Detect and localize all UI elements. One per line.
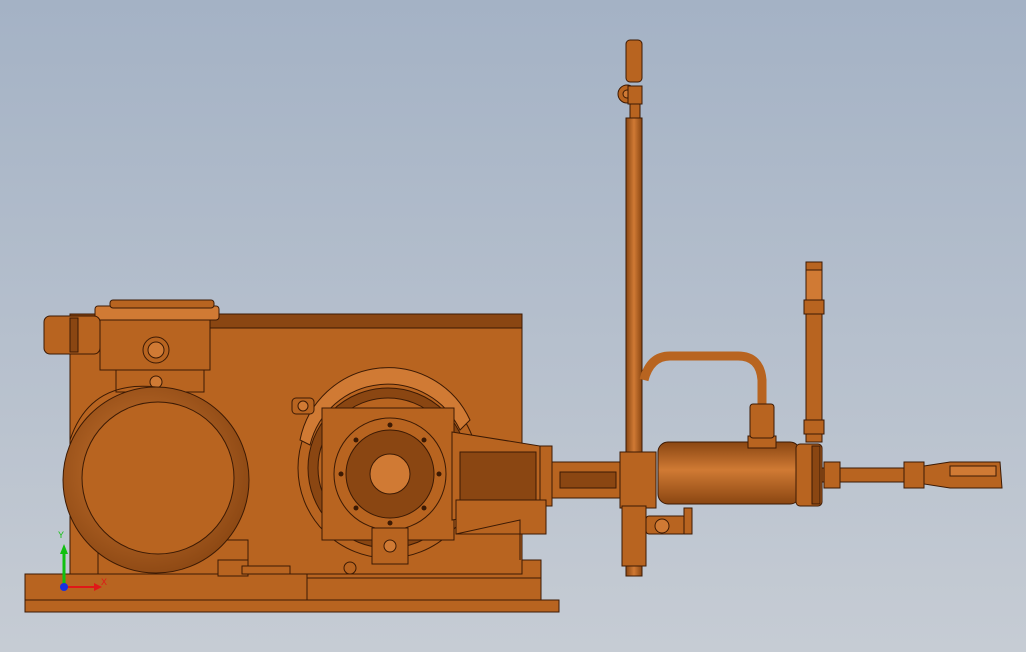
- base-skid-plate: [24, 599, 560, 613]
- pump-cylinder: [657, 441, 801, 505]
- motor-end-cover: [81, 401, 235, 555]
- gearbox-shaft-cap: [369, 453, 411, 495]
- pump-assembly-model[interactable]: [0, 0, 1026, 652]
- cad-graphics-viewport[interactable]: Y X: [0, 0, 1026, 652]
- pressure-gauge: [625, 39, 643, 83]
- triad-x-axis-label: X: [101, 577, 108, 587]
- triad-y-axis-label: Y: [58, 530, 65, 540]
